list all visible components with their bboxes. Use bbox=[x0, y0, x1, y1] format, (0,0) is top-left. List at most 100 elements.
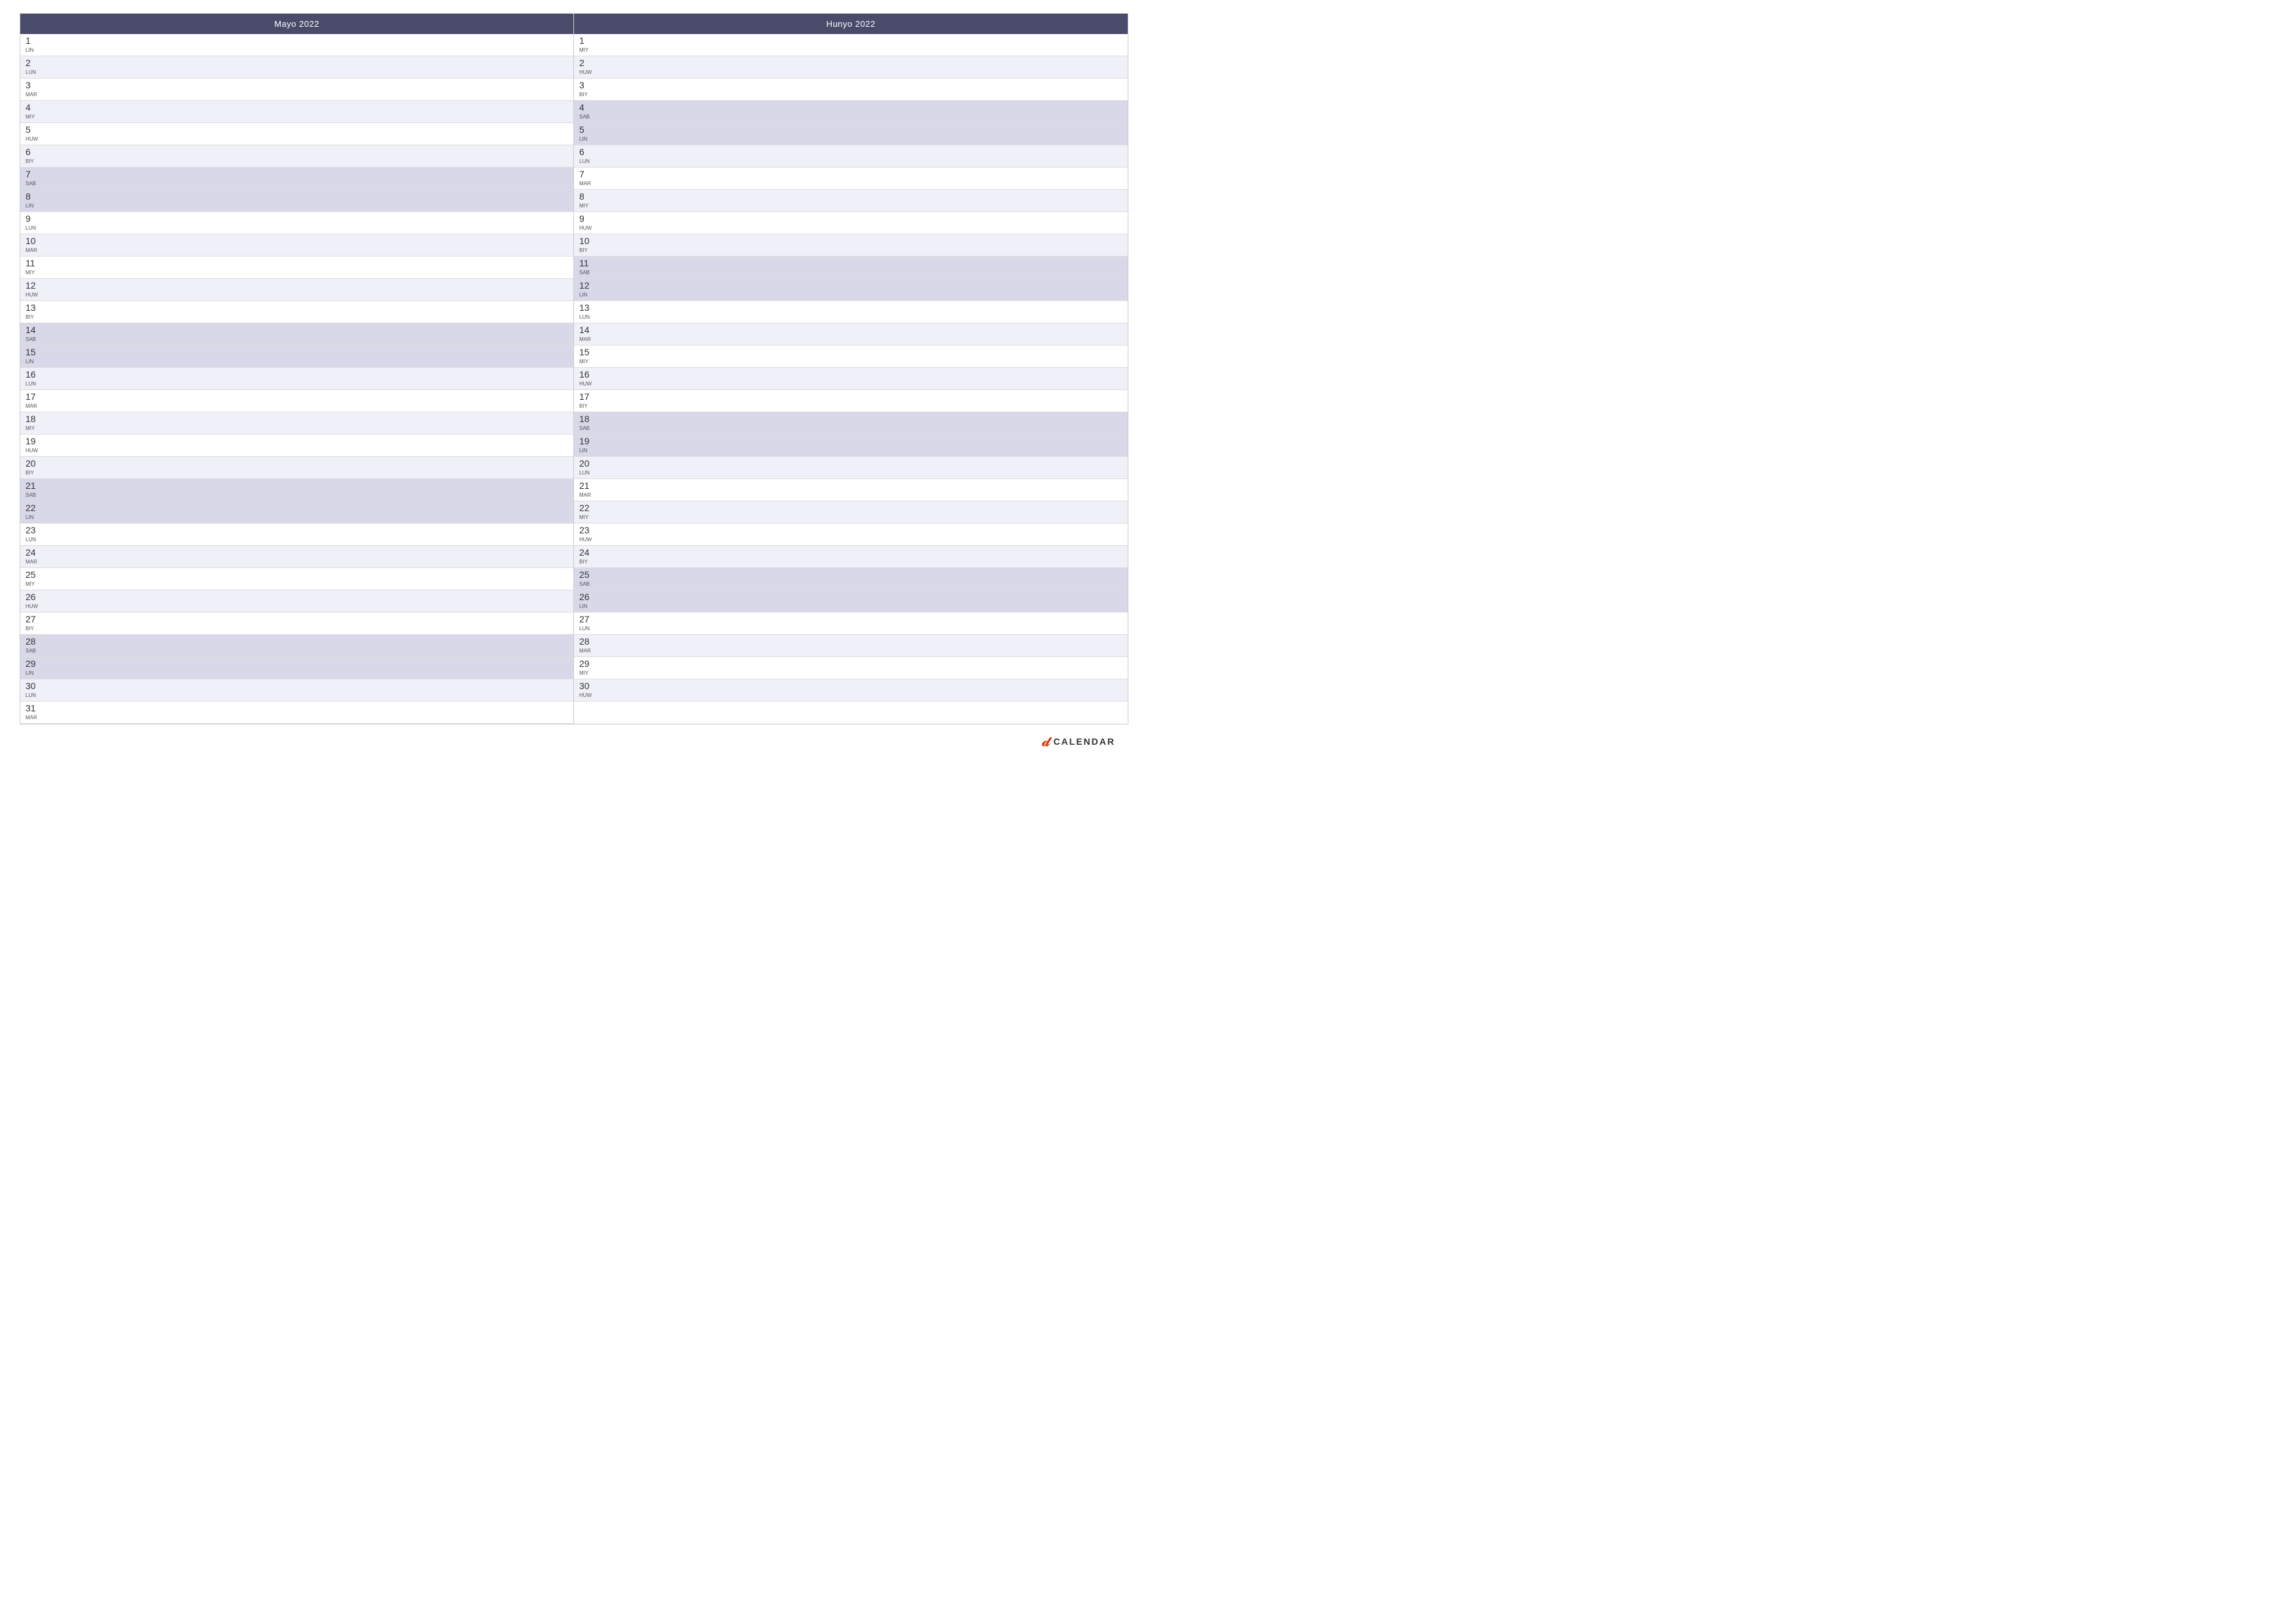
day-name-mayo-22: LIN bbox=[26, 514, 36, 520]
day-row-hunyo-17: 17BIY bbox=[574, 390, 1128, 412]
day-number-hunyo-10: 10BIY bbox=[579, 236, 590, 253]
day-name-mayo-12: HUW bbox=[26, 292, 38, 298]
day-number-mayo-21: 21SAB bbox=[26, 480, 36, 498]
day-number-hunyo-27: 27LUN bbox=[579, 614, 590, 632]
day-number-hunyo-29: 29MIY bbox=[579, 658, 590, 676]
day-number-mayo-22: 22LIN bbox=[26, 503, 36, 520]
day-name-mayo-3: MAR bbox=[26, 92, 37, 98]
day-row-hunyo-20: 20LUN bbox=[574, 457, 1128, 479]
day-name-hunyo-8: MIY bbox=[579, 203, 588, 209]
day-row-hunyo-4: 4SAB bbox=[574, 101, 1128, 123]
day-number-mayo-10: 10MAR bbox=[26, 236, 37, 253]
day-name-mayo-20: BIY bbox=[26, 470, 36, 476]
day-number-hunyo-26: 26LIN bbox=[579, 592, 590, 609]
day-name-hunyo-21: MAR bbox=[579, 492, 591, 498]
day-name-hunyo-28: MAR bbox=[579, 648, 591, 654]
day-number-mayo-27: 27BIY bbox=[26, 614, 36, 632]
day-row-hunyo-28: 28MAR bbox=[574, 635, 1128, 657]
day-row-mayo-13: 13BIY bbox=[20, 301, 573, 323]
day-number-hunyo-1: 1MIY bbox=[579, 35, 588, 53]
day-name-mayo-21: SAB bbox=[26, 492, 36, 498]
day-number-mayo-8: 8LIN bbox=[26, 191, 33, 209]
day-number-mayo-19: 19HUW bbox=[26, 436, 38, 454]
day-number-mayo-13: 13BIY bbox=[26, 302, 36, 320]
day-name-hunyo-13: LUN bbox=[579, 314, 590, 320]
day-number-mayo-1: 1LIN bbox=[26, 35, 33, 53]
day-row-hunyo-10: 10BIY bbox=[574, 234, 1128, 257]
day-number-mayo-15: 15LIN bbox=[26, 347, 36, 365]
day-row-mayo-29: 29LIN bbox=[20, 657, 573, 679]
day-number-mayo-11: 11MIY bbox=[26, 258, 35, 276]
day-name-mayo-31: MAR bbox=[26, 715, 37, 721]
day-number-hunyo-30: 30HUW bbox=[579, 681, 592, 698]
day-number-mayo-2: 2LUN bbox=[26, 58, 36, 75]
calendar-container: Mayo 20221LIN2LUN3MAR4MIY5HUW6BIY7SAB8LI… bbox=[0, 0, 1148, 768]
day-name-hunyo-29: MIY bbox=[579, 670, 590, 676]
day-row-mayo-20: 20BIY bbox=[20, 457, 573, 479]
day-name-hunyo-5: LIN bbox=[579, 136, 587, 142]
day-number-hunyo-5: 5LIN bbox=[579, 124, 587, 142]
day-number-mayo-5: 5HUW bbox=[26, 124, 38, 142]
day-number-hunyo-19: 19LIN bbox=[579, 436, 590, 454]
logo-icon: 𝒹 bbox=[1042, 733, 1049, 750]
day-name-mayo-18: MIY bbox=[26, 425, 36, 431]
month-header-hunyo: Hunyo 2022 bbox=[574, 14, 1128, 34]
day-name-hunyo-9: HUW bbox=[579, 225, 592, 231]
day-row-hunyo-19: 19LIN bbox=[574, 435, 1128, 457]
day-name-hunyo-15: MIY bbox=[579, 359, 590, 365]
day-row-hunyo-26: 26LIN bbox=[574, 590, 1128, 613]
day-row-mayo-27: 27BIY bbox=[20, 613, 573, 635]
month-header-mayo: Mayo 2022 bbox=[20, 14, 573, 34]
day-number-hunyo-6: 6LUN bbox=[579, 147, 590, 164]
day-row-mayo-21: 21SAB bbox=[20, 479, 573, 501]
day-number-hunyo-14: 14MAR bbox=[579, 325, 591, 342]
day-row-mayo-24: 24MAR bbox=[20, 546, 573, 568]
footer-bar: 𝒹 CALENDAR bbox=[20, 728, 1128, 755]
day-name-hunyo-16: HUW bbox=[579, 381, 592, 387]
day-number-hunyo-17: 17BIY bbox=[579, 391, 590, 409]
day-number-mayo-17: 17MAR bbox=[26, 391, 37, 409]
day-name-mayo-23: LUN bbox=[26, 537, 36, 543]
day-number-mayo-23: 23LUN bbox=[26, 525, 36, 543]
day-row-hunyo-13: 13LUN bbox=[574, 301, 1128, 323]
day-row-mayo-1: 1LIN bbox=[20, 34, 573, 56]
day-name-hunyo-27: LUN bbox=[579, 626, 590, 632]
day-name-mayo-11: MIY bbox=[26, 270, 35, 276]
day-number-mayo-9: 9LUN bbox=[26, 213, 36, 231]
day-row-mayo-3: 3MAR bbox=[20, 79, 573, 101]
day-number-hunyo-21: 21MAR bbox=[579, 480, 591, 498]
day-name-hunyo-26: LIN bbox=[579, 603, 590, 609]
day-row-mayo-12: 12HUW bbox=[20, 279, 573, 301]
day-number-mayo-25: 25MIY bbox=[26, 569, 36, 587]
day-number-mayo-18: 18MIY bbox=[26, 414, 36, 431]
day-name-hunyo-10: BIY bbox=[579, 247, 590, 253]
day-number-hunyo-25: 25SAB bbox=[579, 569, 590, 587]
day-number-mayo-7: 7SAB bbox=[26, 169, 36, 187]
day-row-hunyo-27: 27LUN bbox=[574, 613, 1128, 635]
day-name-hunyo-14: MAR bbox=[579, 336, 591, 342]
day-row-mayo-2: 2LUN bbox=[20, 56, 573, 79]
day-name-mayo-14: SAB bbox=[26, 336, 36, 342]
day-number-mayo-31: 31MAR bbox=[26, 703, 37, 721]
day-row-hunyo-25: 25SAB bbox=[574, 568, 1128, 590]
day-name-hunyo-3: BIY bbox=[579, 92, 588, 98]
day-row-mayo-16: 16LUN bbox=[20, 368, 573, 390]
day-row-hunyo-1: 1MIY bbox=[574, 34, 1128, 56]
day-name-hunyo-19: LIN bbox=[579, 448, 590, 454]
day-row-mayo-22: 22LIN bbox=[20, 501, 573, 524]
day-name-mayo-10: MAR bbox=[26, 247, 37, 253]
day-row-hunyo-23: 23HUW bbox=[574, 524, 1128, 546]
day-row-hunyo-14: 14MAR bbox=[574, 323, 1128, 346]
day-number-hunyo-9: 9HUW bbox=[579, 213, 592, 231]
day-name-mayo-16: LUN bbox=[26, 381, 36, 387]
day-number-mayo-30: 30LUN bbox=[26, 681, 36, 698]
day-name-hunyo-17: BIY bbox=[579, 403, 590, 409]
day-name-mayo-13: BIY bbox=[26, 314, 36, 320]
day-number-hunyo-7: 7MAR bbox=[579, 169, 591, 187]
day-row-mayo-31: 31MAR bbox=[20, 702, 573, 724]
day-name-hunyo-23: HUW bbox=[579, 537, 592, 543]
day-row-mayo-15: 15LIN bbox=[20, 346, 573, 368]
day-name-mayo-6: BIY bbox=[26, 158, 34, 164]
month-section-mayo: Mayo 20221LIN2LUN3MAR4MIY5HUW6BIY7SAB8LI… bbox=[20, 14, 574, 724]
day-row-hunyo-12: 12LIN bbox=[574, 279, 1128, 301]
